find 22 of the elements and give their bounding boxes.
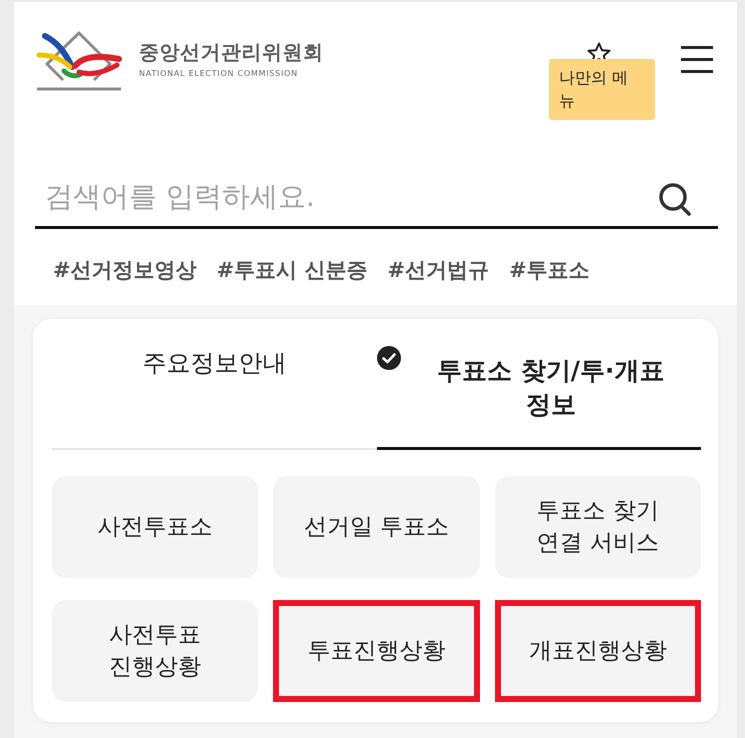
hashtag-link[interactable]: #선거정보영상 — [53, 255, 197, 285]
logo-title: 중앙선거관리위원회 — [139, 39, 324, 65]
hashtag-link[interactable]: #투표소 — [509, 255, 590, 285]
search-icon — [658, 182, 692, 216]
logo-icon — [35, 30, 123, 92]
my-menu-tooltip: 나만의 메뉴 — [549, 59, 655, 120]
shortcut-button[interactable]: 투표소 찾기 연결 서비스 — [494, 476, 701, 578]
menu-button[interactable] — [681, 46, 713, 73]
menu-icon — [681, 46, 713, 73]
shortcut-button[interactable]: 개표진행상황 — [494, 600, 701, 702]
tab[interactable]: 주요정보안내 — [52, 319, 376, 450]
shortcut-button[interactable]: 선거일 투표소 — [273, 476, 480, 578]
tab[interactable]: 투표소 찾기/투·개표 정보 — [376, 319, 701, 450]
hashtag-link[interactable]: #투표시 신분증 — [216, 255, 368, 285]
shortcut-button[interactable]: 투표진행상황 — [273, 600, 480, 702]
search-button[interactable] — [658, 182, 692, 216]
logo-subtitle: NATIONAL ELECTION COMMISSION — [139, 69, 299, 79]
check-circle-icon — [376, 346, 400, 370]
shortcut-button[interactable]: 사전투표 진행상황 — [52, 600, 258, 702]
hashtag-link[interactable]: #선거법규 — [388, 255, 490, 285]
search-field[interactable]: 검색어를 입력하세요. — [35, 170, 644, 222]
shortcut-button[interactable]: 사전투표소 — [52, 476, 258, 578]
